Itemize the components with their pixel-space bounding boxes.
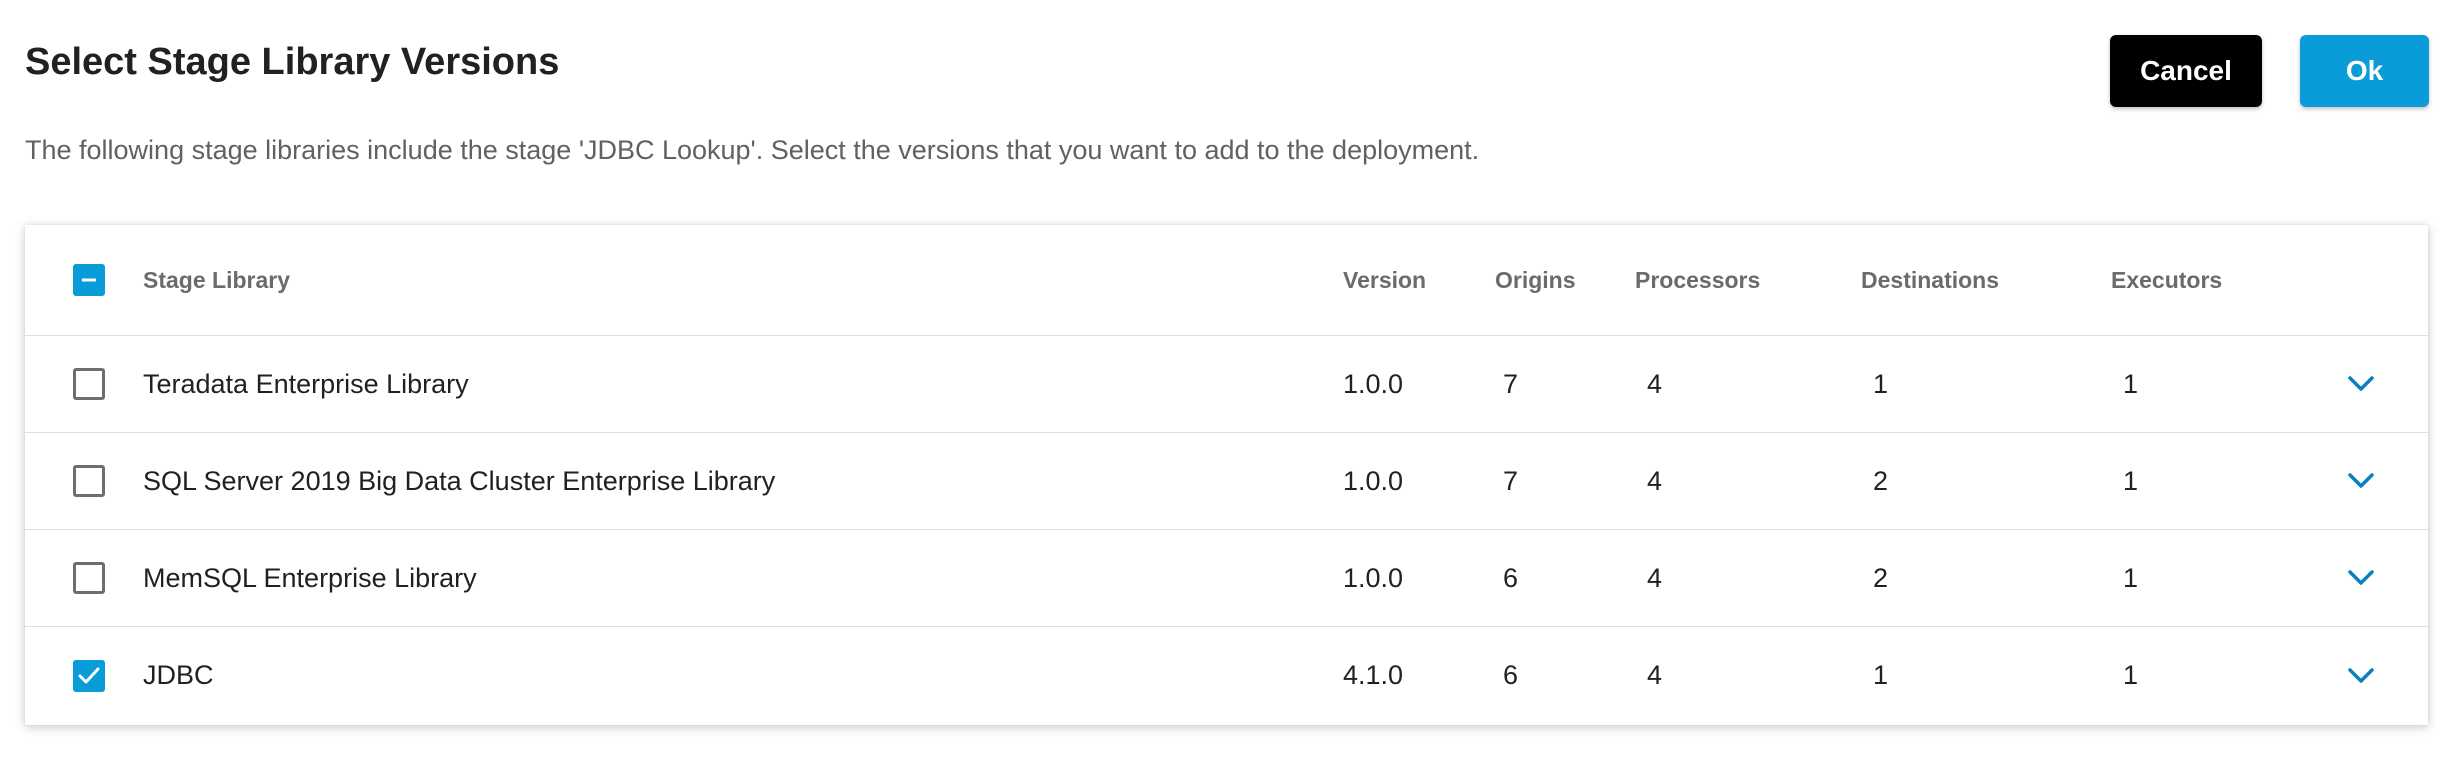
chevron-down-icon — [2348, 376, 2374, 391]
expand-row-button[interactable] — [2339, 556, 2383, 600]
origins-count: 6 — [1503, 562, 1519, 593]
version-value: 1.0.0 — [1343, 562, 1404, 593]
expand-row-button[interactable] — [2339, 654, 2383, 698]
select-stage-library-dialog: Select Stage Library Versions Cancel Ok … — [0, 0, 2458, 770]
stage-library-name: MemSQL Enterprise Library — [143, 562, 477, 593]
row-checkbox[interactable] — [73, 368, 105, 400]
executors-count: 1 — [2123, 465, 2139, 496]
stage-library-table: Stage Library Version Origins Processors… — [25, 225, 2428, 725]
stage-library-name: JDBC — [143, 660, 214, 690]
chevron-down-icon — [2348, 473, 2374, 488]
table-row[interactable]: MemSQL Enterprise Library 1.0.0 6 4 2 1 — [25, 530, 2428, 627]
origins-count: 7 — [1503, 465, 1519, 496]
stage-library-name: SQL Server 2019 Big Data Cluster Enterpr… — [143, 465, 776, 496]
version-value: 4.1.0 — [1343, 660, 1404, 690]
row-checkbox[interactable] — [73, 562, 105, 594]
dialog-description: The following stage libraries include th… — [25, 135, 1480, 165]
processors-count: 4 — [1647, 660, 1663, 690]
version-value: 1.0.0 — [1343, 368, 1404, 399]
processors-count: 4 — [1647, 465, 1663, 496]
column-header-processors[interactable]: Processors — [1635, 225, 1760, 335]
column-header-version[interactable]: Version — [1343, 225, 1426, 335]
executors-count: 1 — [2123, 368, 2139, 399]
chevron-down-icon — [2348, 667, 2374, 683]
destinations-count: 2 — [1873, 465, 1889, 496]
column-header-destinations[interactable]: Destinations — [1861, 225, 1999, 335]
table-row[interactable]: JDBC 4.1.0 6 4 1 1 — [25, 627, 2428, 724]
expand-row-button[interactable] — [2339, 459, 2383, 503]
cancel-button[interactable]: Cancel — [2110, 35, 2262, 107]
chevron-down-icon — [2348, 570, 2374, 585]
column-header-stage-library[interactable]: Stage Library — [143, 225, 290, 335]
select-all-checkbox[interactable] — [73, 264, 105, 296]
check-icon — [78, 667, 100, 683]
table-header-row: Stage Library Version Origins Processors… — [25, 225, 2428, 336]
destinations-count: 1 — [1873, 368, 1889, 399]
ok-button[interactable]: Ok — [2300, 35, 2429, 107]
row-checkbox[interactable] — [73, 465, 105, 497]
table-row[interactable]: Teradata Enterprise Library 1.0.0 7 4 1 … — [25, 336, 2428, 433]
processors-count: 4 — [1647, 562, 1663, 593]
destinations-count: 2 — [1873, 562, 1889, 593]
stage-library-name: Teradata Enterprise Library — [143, 368, 469, 399]
executors-count: 1 — [2123, 562, 2139, 593]
processors-count: 4 — [1647, 368, 1663, 399]
table-row[interactable]: SQL Server 2019 Big Data Cluster Enterpr… — [25, 433, 2428, 530]
origins-count: 7 — [1503, 368, 1519, 399]
dialog-title: Select Stage Library Versions — [25, 41, 560, 83]
version-value: 1.0.0 — [1343, 465, 1404, 496]
expand-row-button[interactable] — [2339, 362, 2383, 406]
row-checkbox[interactable] — [73, 659, 105, 692]
column-header-executors[interactable]: Executors — [2111, 225, 2222, 335]
origins-count: 6 — [1503, 660, 1519, 690]
executors-count: 1 — [2123, 660, 2139, 690]
destinations-count: 1 — [1873, 660, 1889, 690]
minus-icon — [82, 278, 96, 282]
column-header-origins[interactable]: Origins — [1495, 225, 1576, 335]
